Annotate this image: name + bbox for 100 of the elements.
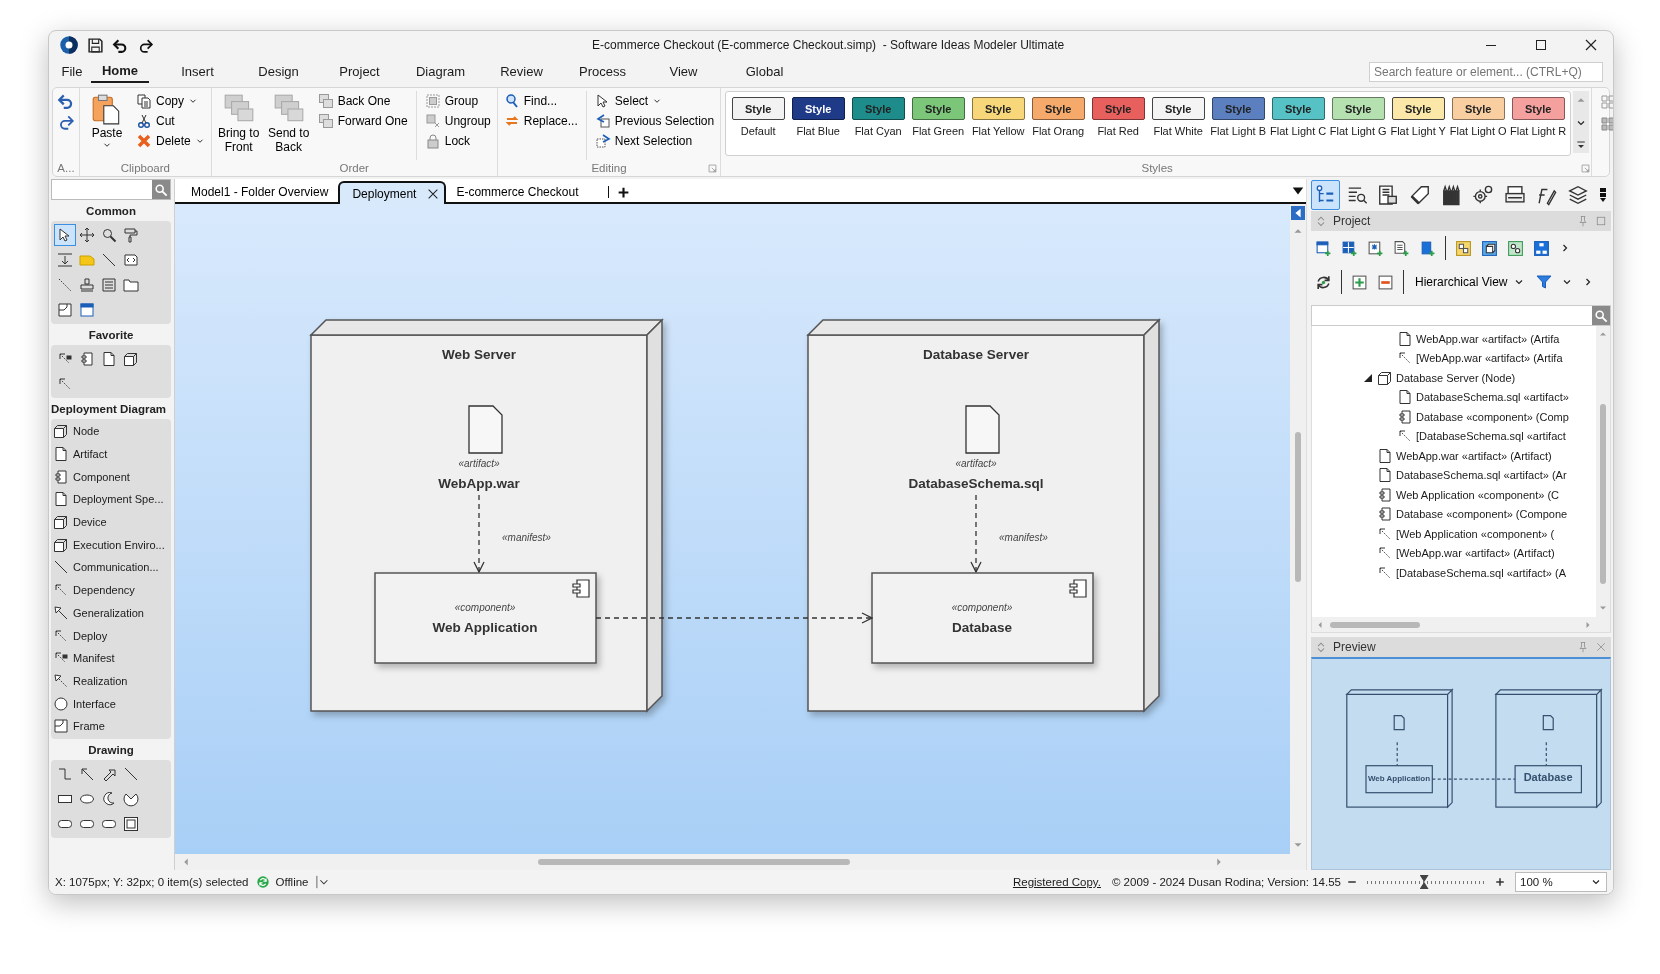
manifest-label: «manifest»	[502, 532, 551, 543]
copyright-text: © 2009 - 2024 Dusan Rodina; Version: 14.55	[1111, 876, 1341, 888]
section-title: Common	[86, 204, 136, 219]
style-name: Default	[740, 125, 776, 137]
tree-item[interactable]: Database «component» (Compone	[1396, 508, 1568, 521]
stereotype-label: «component»	[951, 602, 1013, 613]
style-swatch[interactable]: Style	[1511, 97, 1565, 120]
menu-tab[interactable]: Process	[562, 62, 643, 82]
section-title: Favorite	[88, 328, 134, 343]
toolbox-item[interactable]: Realization	[53, 669, 169, 693]
stereotype-label: «artifact»	[955, 458, 997, 469]
zoom-dropdown[interactable]: 100 %	[1515, 872, 1607, 892]
style-swatch[interactable]: Style	[911, 97, 965, 120]
style-swatch[interactable]: Style	[1331, 97, 1385, 120]
tree-item[interactable]: [DatabaseSchema.sql «artifact	[1416, 430, 1566, 443]
ribbon-button[interactable]: Delete	[134, 132, 207, 149]
toolbox-item[interactable]: Dependency	[53, 578, 169, 602]
toolbox-item[interactable]: Node	[53, 420, 169, 443]
style-swatch[interactable]: Style	[1031, 97, 1085, 120]
menu-tab[interactable]: File	[55, 62, 89, 82]
ribbon-button[interactable]: Previous Selection	[592, 112, 717, 129]
toolbox-item[interactable]: Device	[53, 510, 169, 534]
tree-item[interactable]: Web Application «component» (C	[1396, 488, 1560, 501]
section-title: Deployment Diagram	[51, 402, 167, 417]
tree-item[interactable]: [Web Application «component» (	[1396, 527, 1555, 540]
tree-item[interactable]: DatabaseSchema.sql «artifact»	[1416, 391, 1569, 404]
ribbon-button[interactable]: Group	[422, 92, 493, 109]
tree-item[interactable]: [DatabaseSchema.sql «artifact» (A	[1396, 566, 1566, 579]
toolbox-item[interactable]: Execution Enviro...	[53, 533, 169, 557]
style-swatch[interactable]: Style	[1211, 97, 1265, 120]
tree-item[interactable]: [WebApp.war «artifact» (Artifact)	[1396, 547, 1555, 560]
style-swatch[interactable]: Style	[1271, 97, 1325, 120]
ribbon-button[interactable]: Cut	[134, 112, 207, 129]
style-swatch[interactable]: Style	[1451, 97, 1505, 120]
view-dropdown[interactable]: Hierarchical View	[1413, 275, 1528, 289]
stereotype-label: «component»	[454, 602, 516, 613]
ribbon-button[interactable]: Next Selection	[592, 132, 717, 149]
ribbon-button[interactable]: Find...	[501, 92, 580, 109]
toolbox-item[interactable]: Generalization	[53, 601, 169, 625]
component-name: Web Application	[432, 620, 538, 635]
status-text: X: 1075px; Y: 32px; 0 item(s) selected	[55, 876, 249, 888]
ribbon-button[interactable]: Select	[592, 92, 717, 109]
registered-link[interactable]: Registered Copy.	[1012, 876, 1101, 888]
window-title: E-commerce Checkout (E-commerce Checkout.simp) - Software Ideas Modeler Ultimate	[592, 38, 1065, 52]
diagram-preview[interactable]: Web Application Database	[1311, 657, 1611, 870]
style-swatch[interactable]: Style	[1091, 97, 1145, 120]
toolbox-item[interactable]: Interface	[53, 692, 169, 715]
style-swatch[interactable]: Style	[971, 97, 1025, 120]
panel-title: Preview	[1333, 640, 1376, 654]
toolbox-item[interactable]: Component	[53, 465, 169, 489]
menu-tab[interactable]: Project	[319, 62, 400, 82]
style-swatch[interactable]: Style	[851, 97, 905, 120]
ribbon-button[interactable]: Bring to Front	[215, 92, 262, 154]
ribbon-button[interactable]: Paste	[84, 92, 130, 150]
document-tab[interactable]: Model1 - Folder Overview	[181, 181, 339, 202]
ribbon-button[interactable]: Replace...	[501, 112, 580, 129]
menu-tab[interactable]: Diagram	[400, 62, 481, 82]
search-field[interactable]: Search feature or element... (CTRL+Q)	[1369, 62, 1603, 82]
ribbon-button[interactable]: Copy	[134, 92, 207, 109]
ribbon-button[interactable]: Send to Back	[265, 92, 312, 154]
ribbon-button[interactable]: Forward One	[315, 112, 410, 129]
tree-item[interactable]: WebApp.war «artifact» (Artifact)	[1396, 449, 1552, 462]
group-label: Styles	[1141, 162, 1173, 174]
group-label: A...	[57, 162, 75, 174]
tree-item[interactable]: [WebApp.war «artifact» (Artifa	[1416, 352, 1563, 365]
tree-item[interactable]: Database Server (Node)	[1396, 371, 1516, 384]
style-swatch[interactable]: Style	[791, 97, 845, 120]
menu-tab[interactable]: Insert	[157, 62, 238, 82]
node-title: Web Server	[442, 347, 516, 362]
toolbox-item[interactable]: Communication...	[53, 556, 169, 579]
menu-tab[interactable]: Review	[481, 62, 562, 82]
style-swatch[interactable]: Style	[1391, 97, 1445, 120]
ribbon-button[interactable]: Back One	[315, 92, 410, 109]
style-swatch[interactable]: Style	[731, 97, 785, 120]
style-swatch[interactable]: Style	[1151, 97, 1205, 120]
style-name: Flat Light Y	[1390, 125, 1446, 137]
style-name: Flat Light G	[1329, 125, 1387, 137]
artifact-name: DatabaseSchema.sql	[908, 476, 1044, 491]
toolbox-item[interactable]: Deploy	[53, 624, 169, 647]
menu-tab[interactable]: Design	[238, 62, 319, 82]
toolbox-item[interactable]: Deployment Spe...	[53, 488, 169, 511]
ribbon-button[interactable]: Ungroup	[422, 112, 493, 129]
style-name: Flat Red	[1097, 125, 1139, 137]
style-name: Flat Yellow	[971, 125, 1025, 137]
style-name: Flat White	[1153, 125, 1203, 137]
document-tab[interactable]: E-commerce Checkout	[446, 181, 589, 202]
ribbon-button[interactable]: Lock	[422, 132, 493, 149]
tree-item[interactable]: WebApp.war «artifact» (Artifa	[1416, 332, 1560, 345]
document-tab[interactable]: Deployment	[338, 181, 447, 204]
tree-item[interactable]: DatabaseSchema.sql «artifact» (Ar	[1396, 469, 1567, 482]
menu-tab[interactable]: Home	[91, 61, 149, 83]
toolbox-item[interactable]: Manifest	[53, 646, 169, 670]
menu-tab[interactable]: Global	[724, 62, 805, 82]
tree-item[interactable]: Database «component» (Comp	[1416, 410, 1569, 423]
menu-tab[interactable]: View	[643, 62, 724, 82]
toolbox-item[interactable]: Frame	[53, 714, 169, 738]
toolbox-item[interactable]: Artifact	[53, 442, 169, 466]
style-name: Flat Light C	[1270, 125, 1327, 137]
group-label: Editing	[591, 162, 627, 174]
connection-status: Offline	[275, 876, 309, 888]
